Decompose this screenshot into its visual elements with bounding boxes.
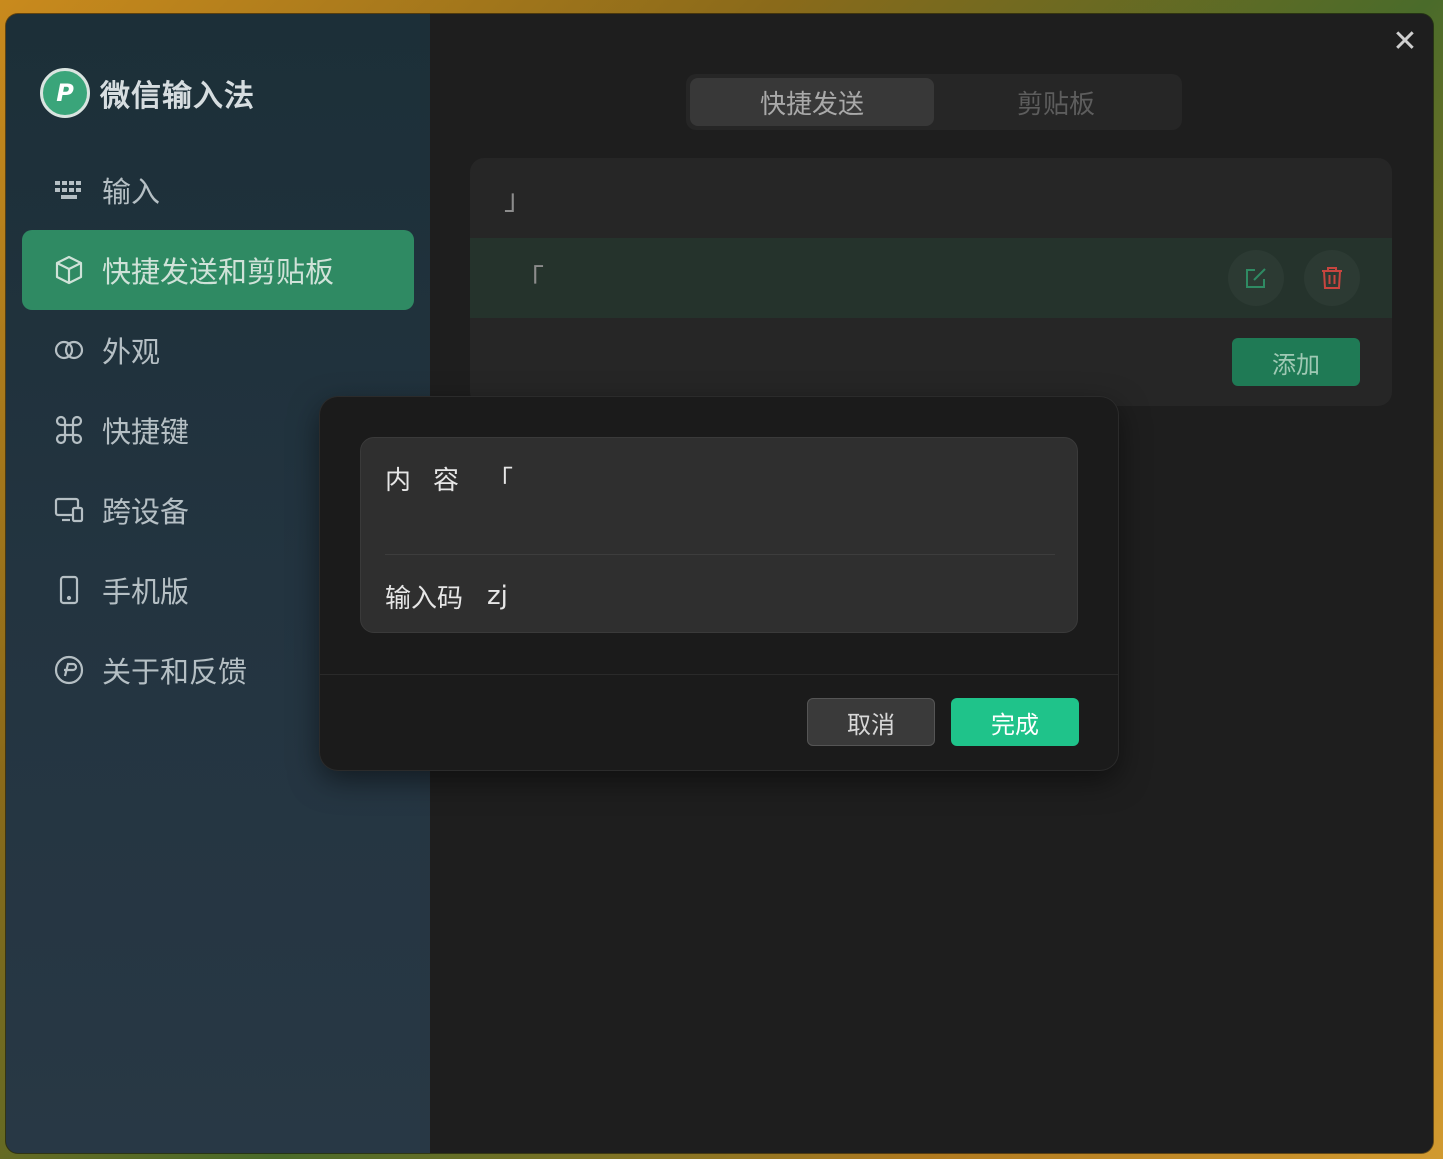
done-button[interactable]: 完成 [951, 698, 1079, 746]
app-logo-icon: P [40, 68, 90, 118]
info-logo-icon [52, 653, 86, 687]
form-divider [385, 554, 1055, 555]
cube-icon [52, 253, 86, 287]
sidebar-item-quick-send-clipboard[interactable]: 快捷发送和剪贴板 [22, 230, 414, 310]
edit-form: 内容 「 输入码 zj [360, 437, 1078, 633]
appearance-icon [52, 333, 86, 367]
tab-quick-send[interactable]: 快捷发送 [690, 78, 934, 126]
app-logo: P 微信输入法 [40, 66, 255, 120]
list-item-text: 」 [504, 183, 533, 216]
sidebar-item-label: 快捷发送和剪贴板 [102, 255, 335, 289]
settings-window: P 微信输入法 输入 快捷发送和剪贴板 外观 快捷键 跨设备 手机版 关于和反馈… [6, 14, 1433, 1153]
keyboard-icon [52, 173, 86, 207]
phone-icon [52, 573, 86, 607]
add-row: 添加 [470, 318, 1392, 406]
sidebar-item-label: 外观 [102, 335, 161, 369]
cancel-button[interactable]: 取消 [807, 698, 935, 746]
code-field[interactable]: 输入码 zj [385, 576, 1055, 616]
content-field[interactable]: 内容 「 [385, 458, 1055, 498]
sidebar-item-label: 关于和反馈 [102, 655, 248, 689]
code-label: 输入码 [385, 583, 464, 614]
sidebar-item-label: 快捷键 [102, 415, 190, 449]
tab-clipboard[interactable]: 剪贴板 [934, 78, 1178, 126]
content-label: 内容 [385, 465, 482, 496]
quick-send-list: 」 「 添加 [470, 158, 1392, 406]
edit-dialog: 内容 「 输入码 zj 取消 完成 [320, 397, 1118, 770]
add-button[interactable]: 添加 [1232, 338, 1360, 386]
edit-icon[interactable] [1228, 250, 1284, 306]
content-value[interactable]: 「 [487, 460, 513, 497]
sidebar-item-label: 跨设备 [102, 495, 190, 529]
list-item-text: 「 [516, 263, 545, 296]
list-item[interactable]: 「 [470, 238, 1392, 318]
sidebar-item-appearance[interactable]: 外观 [22, 310, 414, 390]
trash-icon[interactable] [1304, 250, 1360, 306]
dialog-divider [320, 674, 1118, 675]
tab-bar: 快捷发送 剪贴板 [686, 74, 1182, 130]
list-item[interactable]: 」 [470, 158, 1392, 238]
sidebar-item-label: 手机版 [102, 575, 190, 609]
app-title: 微信输入法 [100, 79, 255, 114]
sidebar-item-input[interactable]: 输入 [22, 150, 414, 230]
close-icon[interactable]: ✕ [1391, 27, 1419, 57]
code-value[interactable]: zj [487, 581, 508, 611]
sidebar-item-label: 输入 [102, 175, 161, 209]
command-icon [52, 413, 86, 447]
devices-icon [52, 493, 86, 527]
row-actions [1228, 250, 1360, 306]
